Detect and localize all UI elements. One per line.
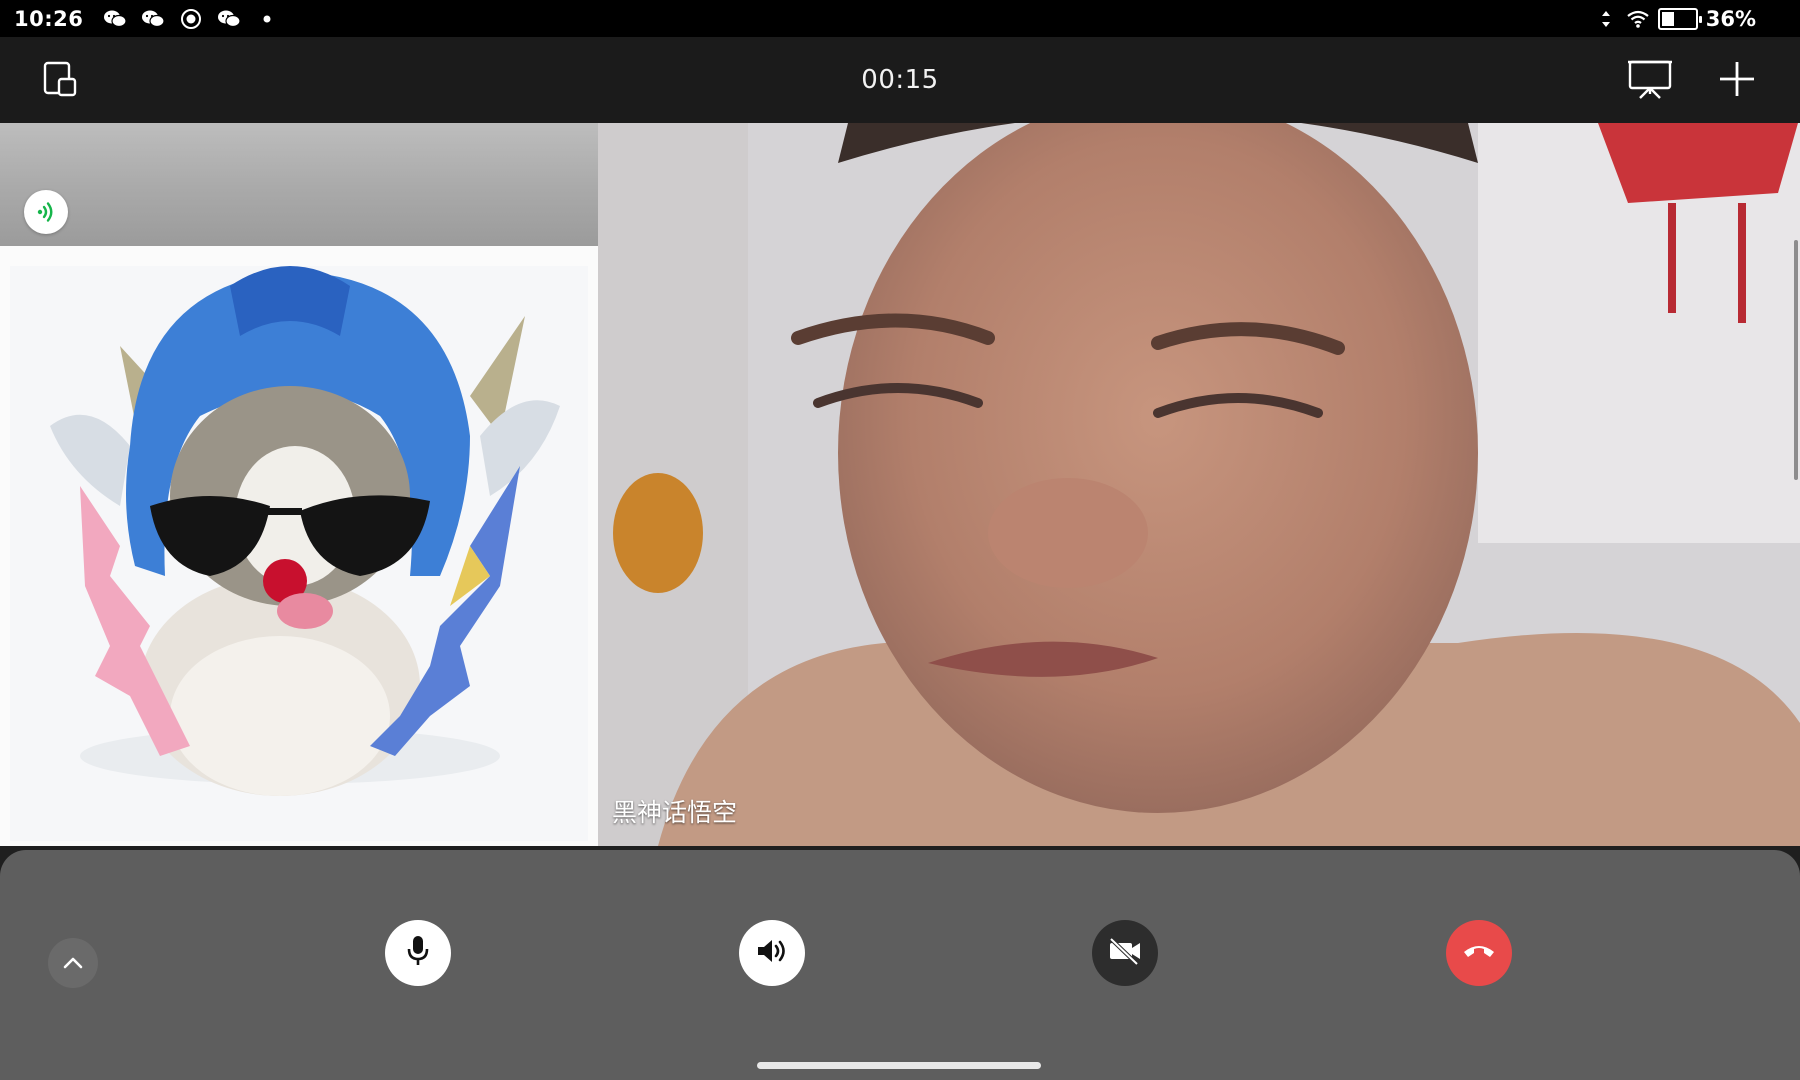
status-bar: 10:26 36% — [0, 0, 1800, 37]
speaking-indicator-icon — [24, 190, 68, 234]
call-controls-panel — [0, 850, 1800, 1080]
add-participant-icon — [1717, 59, 1757, 103]
wechat-icon — [103, 9, 127, 29]
data-transfer-icon — [1594, 9, 1618, 29]
camera-off-icon — [1107, 936, 1143, 970]
hang-up-icon — [1462, 941, 1496, 965]
remote-video-tile[interactable] — [598, 123, 1800, 846]
call-timer: 00:15 — [861, 65, 939, 95]
speaker-button[interactable] — [739, 920, 805, 986]
cat-avatar-image — [0, 246, 598, 846]
camera-toggle-button[interactable] — [1092, 920, 1158, 986]
status-time: 10:26 — [14, 6, 84, 31]
wifi-icon — [1626, 9, 1650, 29]
participant-avatar-tile[interactable] — [0, 246, 598, 846]
scroll-indicator — [1794, 240, 1798, 480]
participant-name-label: 黑神话悟空 — [612, 798, 738, 827]
screen-share-button[interactable] — [1620, 51, 1680, 111]
add-participant-button[interactable] — [1707, 51, 1767, 111]
remote-video-frame — [598, 123, 1800, 846]
speaker-icon — [755, 936, 789, 970]
minimize-window-icon — [41, 59, 81, 103]
battery-icon — [1657, 7, 1702, 30]
hang-up-button[interactable] — [1446, 920, 1512, 986]
microphone-button[interactable] — [385, 920, 451, 986]
dot-icon — [255, 9, 279, 29]
minimize-window-button[interactable] — [31, 51, 91, 111]
wechat-icon — [217, 9, 241, 29]
record-icon — [179, 8, 203, 29]
self-video-tile[interactable] — [0, 123, 598, 246]
home-indicator[interactable] — [757, 1062, 1041, 1069]
wechat-icon — [141, 9, 165, 29]
microphone-icon — [403, 934, 433, 972]
call-top-bar: 00:15 — [0, 37, 1800, 123]
battery-percent: 36% — [1705, 6, 1756, 31]
chevron-up-icon — [62, 954, 84, 973]
battery-level — [1661, 11, 1674, 26]
expand-controls-button[interactable] — [48, 938, 98, 988]
video-call-screen: 10:26 36% 00:15 黑神话悟空 — [0, 0, 1800, 1080]
screen-share-icon — [1627, 58, 1673, 104]
